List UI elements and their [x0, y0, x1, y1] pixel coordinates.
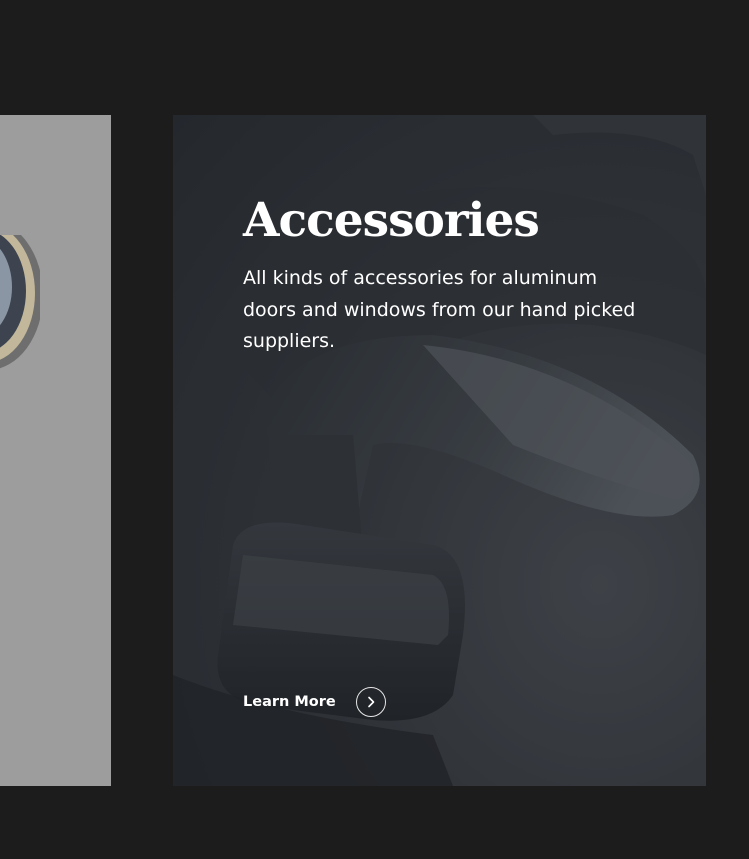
- card-title: Accessories: [243, 193, 540, 248]
- accessories-card[interactable]: Accessories All kinds of accessories for…: [173, 115, 706, 786]
- learn-more-link[interactable]: Learn More: [243, 687, 386, 717]
- door-handle-ring-image: [0, 235, 40, 369]
- card-description: All kinds of accessories for aluminum do…: [243, 267, 636, 352]
- learn-more-label: Learn More: [243, 694, 336, 710]
- left-card[interactable]: [0, 115, 111, 786]
- chevron-right-glyph: [367, 696, 375, 708]
- chevron-right-icon[interactable]: [355, 687, 386, 717]
